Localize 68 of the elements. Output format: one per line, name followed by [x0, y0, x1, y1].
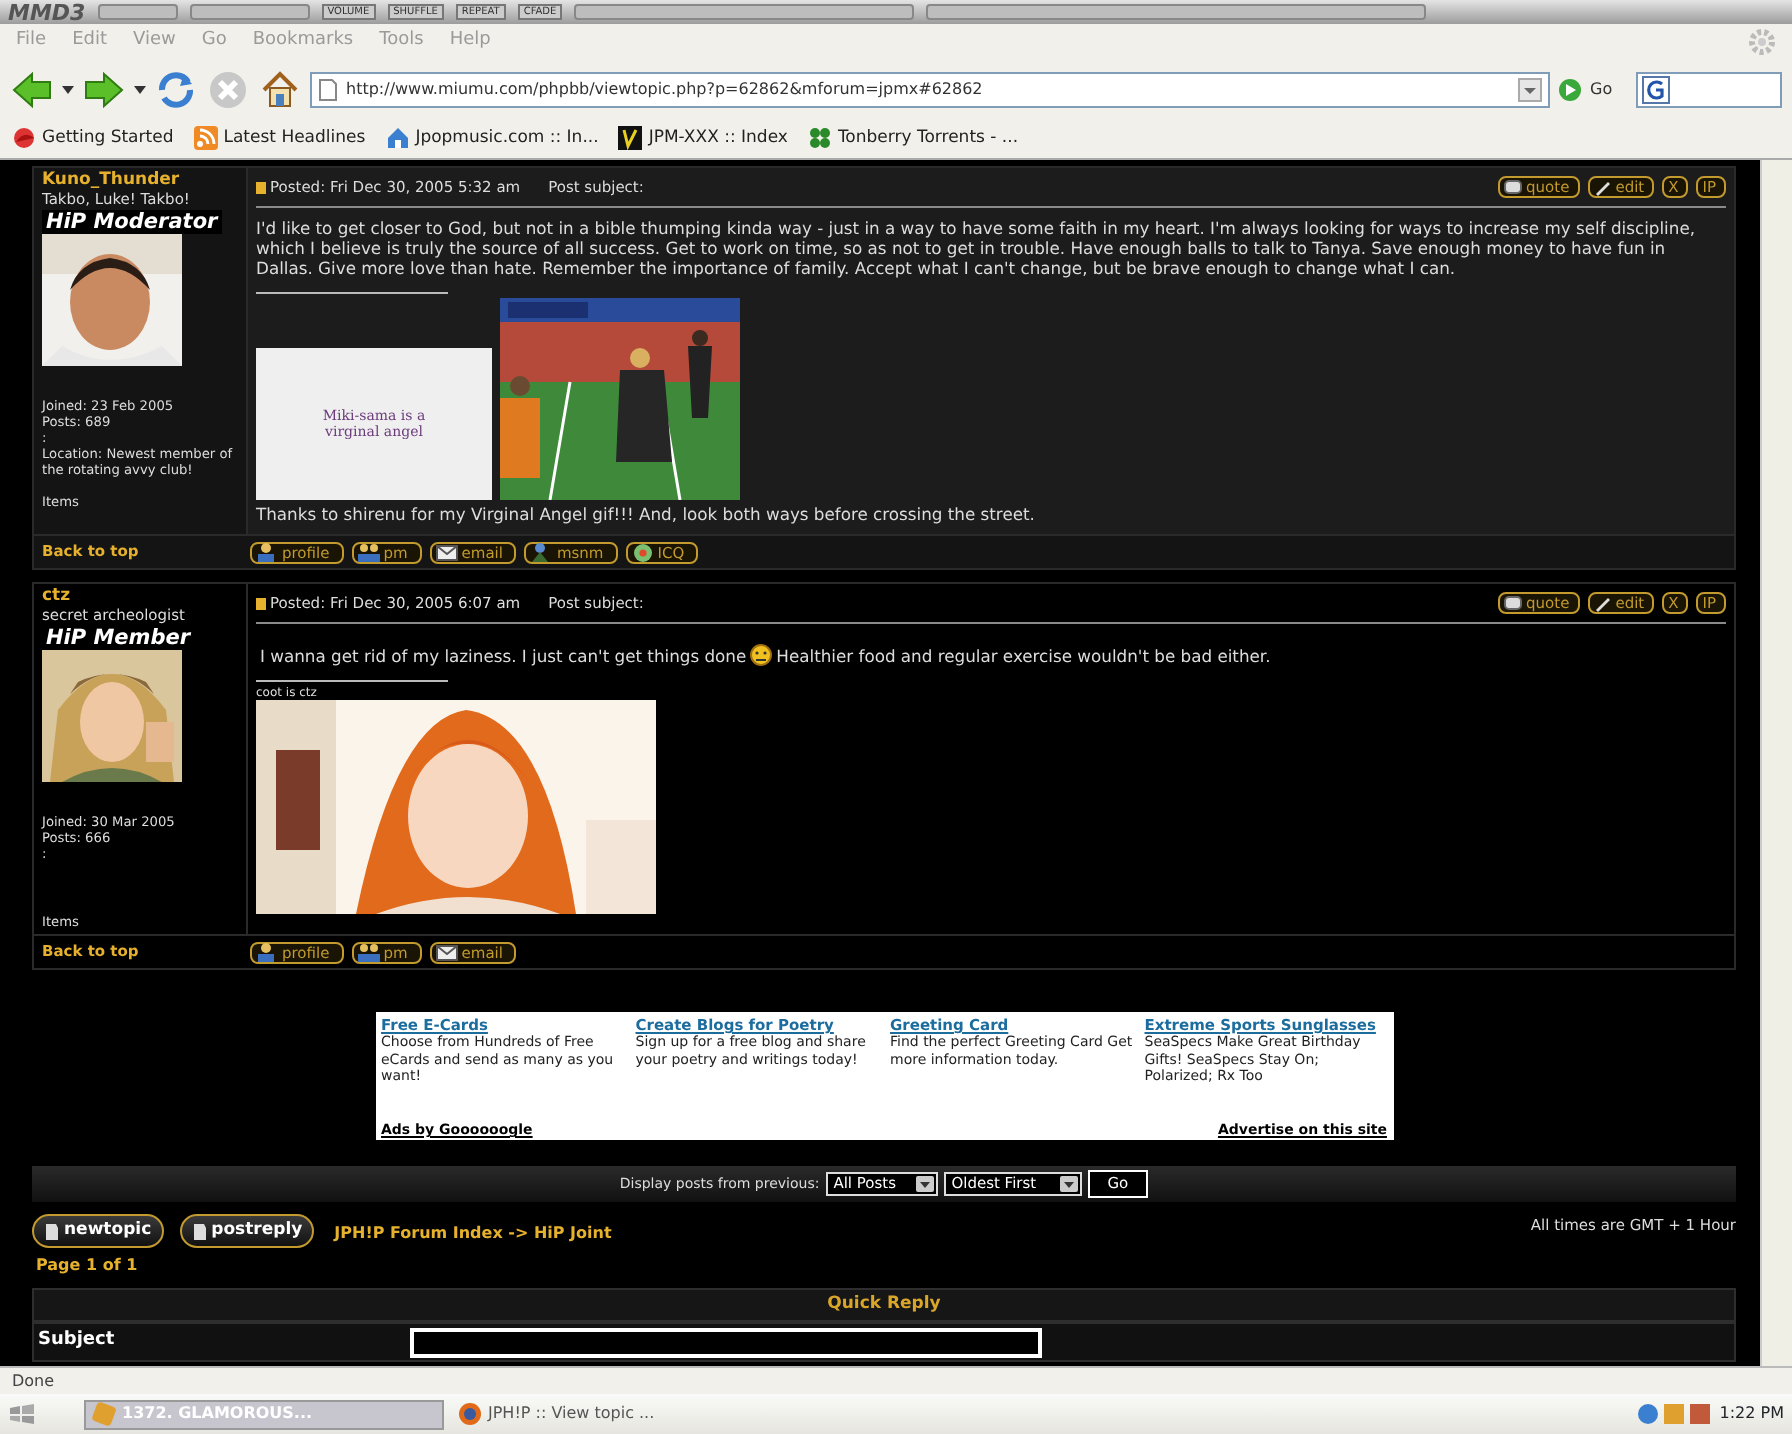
- rank-badge: HiP Member: [42, 626, 195, 650]
- house-icon: [385, 126, 410, 150]
- post-icon: [256, 181, 266, 193]
- dropdown-icon: [1059, 1176, 1078, 1192]
- bookmark-link[interactable]: JPM-XXX :: Index: [648, 125, 788, 151]
- player-panel: [97, 4, 178, 20]
- post-text: I wanna get rid of my laziness. I just can't get things done: [260, 645, 747, 665]
- person-icon: [530, 542, 553, 562]
- tray-icons-drawing[interactable]: [1635, 1402, 1712, 1426]
- page-icon: [318, 77, 338, 101]
- people-icon: [357, 542, 380, 562]
- author-name[interactable]: ctz: [42, 588, 238, 606]
- rank-badge: HiP Moderator: [42, 210, 222, 234]
- bookmark-link[interactable]: Getting Started: [42, 125, 174, 151]
- caret-icon[interactable]: [62, 83, 74, 95]
- subject-field[interactable]: [410, 1327, 1042, 1357]
- breadcrumb-link[interactable]: JPH!P Forum Index -> HiP Joint: [334, 1222, 612, 1246]
- person-icon: [256, 542, 278, 562]
- forward-icon[interactable]: [82, 69, 126, 109]
- search-field[interactable]: [1636, 71, 1782, 107]
- clock: 1:22 PM: [1719, 1402, 1784, 1426]
- scrollbar[interactable]: [1760, 160, 1792, 1366]
- browser-icon: [458, 1402, 482, 1426]
- smiley-icon: [750, 644, 773, 666]
- post-icon: [256, 597, 266, 609]
- people-icon: [357, 942, 380, 962]
- player-logo: MMD3: [8, 1, 86, 23]
- player-panel: [189, 4, 310, 20]
- player-icon: [92, 1402, 116, 1426]
- site-icon: [618, 126, 643, 150]
- post-text: Healthier food and regular exercise wouldn't be bad either.: [776, 645, 1271, 665]
- bookmark-link[interactable]: Jpopmusic.com :: In...: [415, 125, 599, 151]
- go-button[interactable]: Go: [1590, 77, 1613, 101]
- dropdown-icon[interactable]: [1518, 77, 1542, 101]
- envelope-icon: [435, 542, 458, 562]
- bookmark-link[interactable]: Tonberry Torrents - ...: [837, 125, 1019, 151]
- person-icon: [256, 942, 278, 962]
- author-name[interactable]: Kuno_Thunder: [42, 172, 238, 190]
- bookmark-link[interactable]: Latest Headlines: [223, 125, 366, 151]
- signature-text: Thanks to shirenu for my Virginal Angel gif!!! And, look both ways before crossing the street.: [256, 504, 1037, 524]
- back-icon[interactable]: [10, 69, 54, 109]
- clover-icon: [807, 126, 832, 150]
- speech-bubble-icon: [1504, 179, 1523, 195]
- page-icon: [44, 1221, 60, 1241]
- caret-icon[interactable]: [134, 83, 146, 95]
- dropdown-icon: [915, 1176, 934, 1192]
- go-icon[interactable]: [1558, 77, 1582, 101]
- flower-icon: [631, 542, 654, 562]
- post-text: I'd like to get closer to God, but not in a bible thumping kinda way - just in a way to have some faith in my heart. I'm always looking for ways to increase my self discipline, which I believe is truly the source of all success. Get to work on time, so as not to get in trouble. Have enough balls to talk to Tanya. Save enough money to have fun in Dallas. Give more love than hate. Remember the importance of family. Accept what I can't change, but be brave enough to change what I can.: [256, 218, 1698, 278]
- taskbar-button[interactable]: JPH!P :: View topic ...: [452, 1399, 812, 1429]
- page-number: Page 1 of 1: [36, 1254, 140, 1278]
- globe-icon: [12, 126, 36, 150]
- quick-reply-header: Quick Reply: [32, 1288, 1736, 1322]
- address-text: http://www.miumu.com/phpbb/viewtopic.php?p=62862&mforum=jpmx#62862: [346, 77, 985, 101]
- search-engine-icon[interactable]: [1642, 75, 1671, 103]
- address-field[interactable]: http://www.miumu.com/phpbb/viewtopic.php?p=62862&mforum=jpmx#62862: [310, 71, 1550, 107]
- home-icon[interactable]: [258, 67, 302, 111]
- speech-bubble-icon: [1504, 595, 1523, 611]
- feed-icon: [193, 126, 218, 150]
- pencil-icon: [1593, 179, 1612, 195]
- subject-label: Subject: [36, 1328, 117, 1355]
- page-icon: [191, 1221, 208, 1241]
- pencil-icon: [1593, 595, 1612, 611]
- envelope-icon: [435, 942, 458, 962]
- topic-button[interactable]: newtopic: [32, 1214, 164, 1248]
- topic-button[interactable]: postreply: [179, 1214, 315, 1248]
- reload-icon[interactable]: [154, 67, 198, 111]
- start-icon[interactable]: [8, 1402, 36, 1426]
